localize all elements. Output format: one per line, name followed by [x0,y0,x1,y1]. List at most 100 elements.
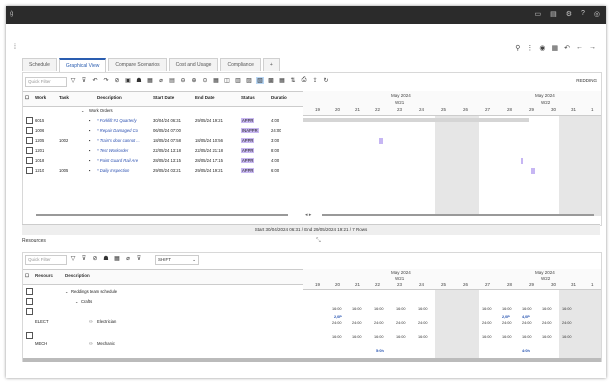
tab-graphical-view[interactable]: Graphical View [58,58,107,72]
availability-chip[interactable]: 16:00 [541,334,553,340]
attach-icon[interactable]: ⌀ [157,77,165,84]
availability-chip[interactable]: 16:00 [373,306,385,312]
summary-bar[interactable] [303,118,529,122]
task-bar[interactable] [521,158,523,164]
row-checkbox[interactable] [26,308,33,315]
select-all-checkbox[interactable]: ☐ [25,95,29,101]
availability-chip[interactable]: 16:00 [521,306,533,312]
cell-description[interactable]: * Paint Guard Rail Are [97,158,152,163]
task-bar[interactable] [531,168,535,174]
user-icon[interactable]: ◎ [594,10,600,18]
row-checkbox[interactable] [26,147,33,154]
capacity-chip[interactable]: 24:00 [351,320,363,326]
availability-chip[interactable]: 16:00 [501,306,513,312]
search-icon[interactable]: ⚲ [515,44,520,52]
resize-icon[interactable]: ⤡ [316,238,321,245]
tab-schedule[interactable]: Schedule [22,58,57,71]
task-bar[interactable] [379,138,383,144]
availability-chip[interactable]: 16:00 [331,334,343,340]
person-icon[interactable]: ☗ [135,77,143,84]
more-icon[interactable]: ⋮ [526,44,533,52]
filter-clear-icon[interactable]: ⊽ [80,77,88,84]
row-checkbox[interactable] [26,298,33,305]
capacity-chip[interactable]: 24:00 [561,320,573,326]
tab-compare-scenarios[interactable]: Compare Scenarios [108,58,167,71]
tab-compliance[interactable]: Compliance [220,58,261,71]
col-description[interactable]: Description [65,273,90,278]
zoom-in-icon[interactable]: ⊕ [190,77,198,84]
filter-options-icon[interactable]: ⊽ [135,255,143,262]
export-icon[interactable]: ⇪ [311,77,319,84]
save-icon[interactable]: ▣ [124,77,132,84]
horizontal-scrollbar[interactable]: ◂ ▸ [22,212,600,218]
select-all-checkbox[interactable]: ☐ [25,273,29,279]
row-checkbox[interactable] [26,167,33,174]
capacity-chip[interactable]: 24:00 [417,320,429,326]
subgroup-row[interactable]: ⌄ Crafts [23,297,303,307]
split-icon[interactable]: ◫ [223,77,231,84]
link-icon[interactable]: ⊘ [91,255,99,262]
splitter-handle-icon[interactable]: ◂ ▸ [305,212,311,218]
link-icon[interactable]: ⊘ [113,77,121,84]
grid-view-icon[interactable]: ▦ [212,77,220,84]
availability-chip[interactable]: 16:00 [521,334,533,340]
col-duration[interactable]: Duratio [271,95,287,100]
filter-icon[interactable]: ▽ [69,77,77,84]
chat-icon[interactable]: ▭ [534,10,541,18]
zoom-fit-icon[interactable]: ⊙ [201,77,209,84]
back-icon[interactable]: ← [576,44,583,52]
availability-chip[interactable]: 16:00 [331,306,343,312]
col-end-date[interactable]: End Date [195,95,215,100]
zoom-out-icon[interactable]: ⊖ [179,77,187,84]
columns-icon[interactable]: ▦ [278,77,286,84]
sort-icon[interactable]: ⇅ [289,77,297,84]
availability-chip[interactable]: 16:00 [561,306,573,312]
resources-scrollbar[interactable] [23,358,601,362]
col-task[interactable]: Task [59,95,69,100]
grid-icon[interactable]: ▦ [552,44,559,52]
layout-icon[interactable]: ▩ [267,77,275,84]
group-row[interactable]: ⌄ Work Orders [23,106,303,116]
table-row[interactable]: 1210 1005 ▪ * Daily Inspection 29/05/24 … [23,166,303,176]
row-checkbox[interactable] [26,137,33,144]
capacity-chip[interactable]: 24:00 [541,320,553,326]
row-checkbox[interactable] [26,288,33,295]
table-row[interactable]: 1006 ▪ * Repair Damaged Co 06/05/24 07:0… [23,126,303,136]
refresh-icon[interactable]: ↻ [322,77,330,84]
load-chip[interactable]: 4:0h [521,348,531,354]
availability-chip[interactable]: 16:00 [417,306,429,312]
row-checkbox[interactable] [26,117,33,124]
col-resource[interactable]: Resourc [35,273,53,278]
undo-icon[interactable]: ↶ [564,44,570,52]
row-checkbox[interactable] [26,157,33,164]
target-icon[interactable]: ◉ [539,44,545,52]
settings-icon[interactable]: ⚙ [566,10,572,18]
availability-chip[interactable]: 16:00 [541,306,553,312]
availability-chip[interactable]: 16:00 [481,334,493,340]
capacity-chip[interactable]: 24:00 [501,320,513,326]
filter-clear-icon[interactable]: ⊽ [80,255,88,262]
table-row[interactable]: 6015 ▪ * Forklift #1 Quarterly 30/04/24 … [23,116,303,126]
expand-icon[interactable]: ⌄ [75,299,79,304]
capacity-chip[interactable]: 24:00 [373,320,385,326]
cell-description[interactable]: * Train's door cannot ... [97,138,152,143]
scroll-track-left[interactable] [36,214,288,216]
capacity-chip[interactable]: 24:00 [481,320,493,326]
tab-cost-and-usage[interactable]: Cost and Usage [168,58,219,71]
resources-quick-filter-input[interactable]: Quick Filter [25,255,67,265]
gantt-icon[interactable]: ▥ [234,77,242,84]
cell-description[interactable]: * Daily Inspection [97,168,152,173]
availability-chip[interactable]: 16:00 [501,334,513,340]
menu-toggle-icon[interactable]: ⁞ [14,44,16,51]
group-row[interactable]: ⌄ Reddings team schedule [23,287,303,297]
resource-row[interactable]: MECH ⚇ Mechanic [23,331,303,353]
col-work[interactable]: Work [35,95,46,100]
calendar-icon[interactable]: ▤ [168,77,176,84]
cell-description[interactable]: * Repair Damaged Co [97,128,152,133]
availability-chip[interactable]: 16:00 [417,334,429,340]
filter-icon[interactable]: ▽ [69,255,77,262]
capacity-chip[interactable]: 24:00 [395,320,407,326]
quick-filter-input[interactable]: Quick Filter [25,77,67,87]
table-icon[interactable]: ▦ [113,255,121,262]
expand-icon[interactable]: ⌄ [65,289,69,294]
